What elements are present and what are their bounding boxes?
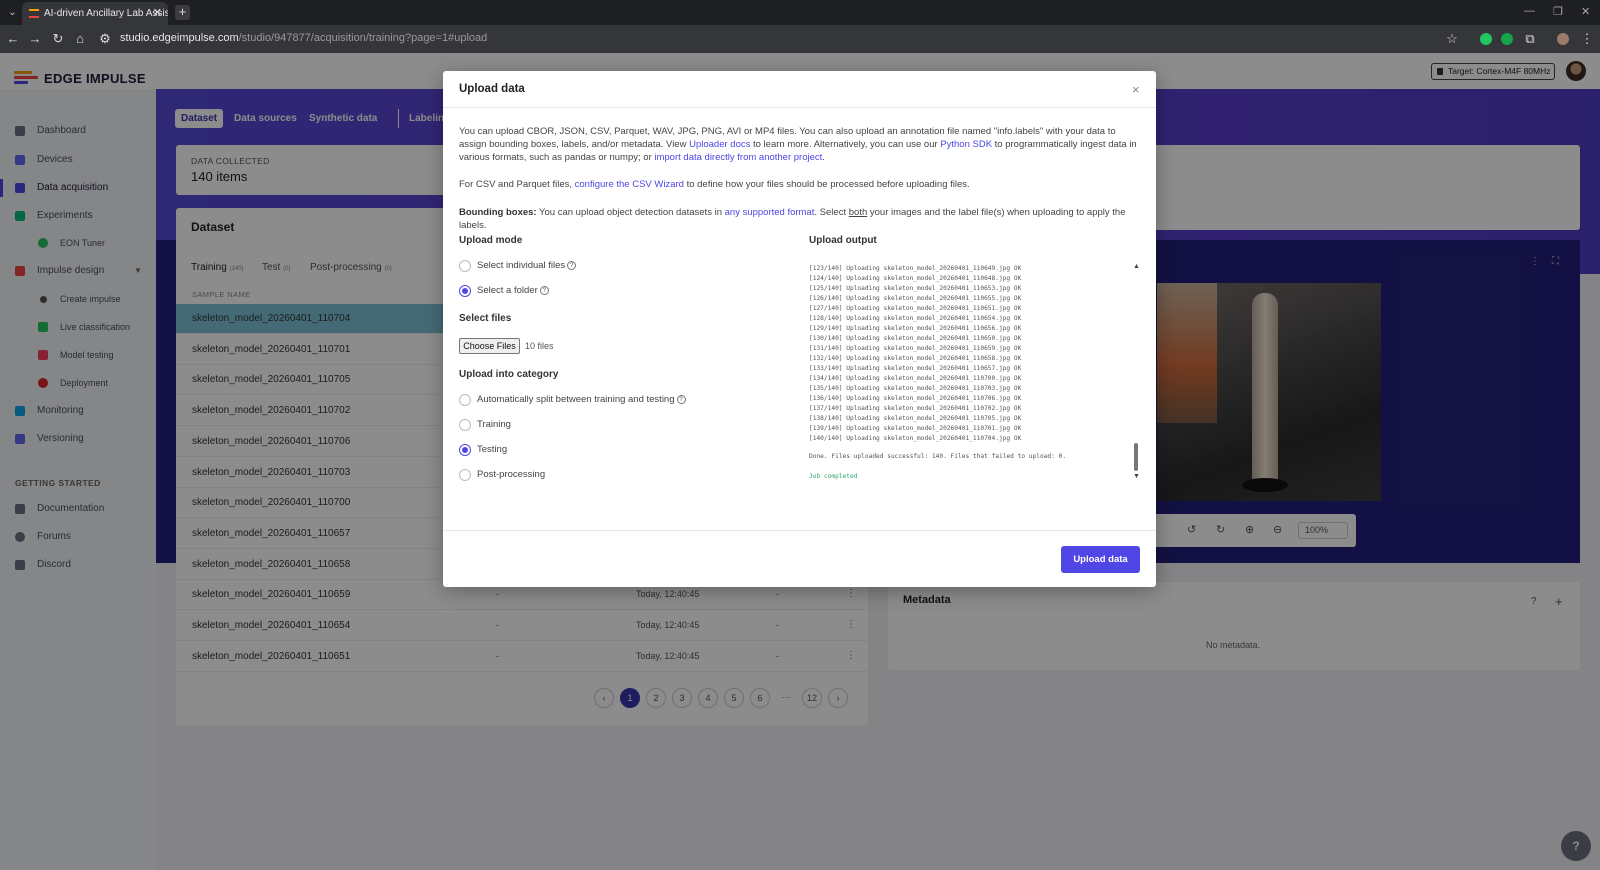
radio-label: Automatically split between training and… bbox=[477, 394, 675, 405]
bounding-boxes-text: Bounding boxes: You can upload object de… bbox=[459, 206, 1143, 232]
log-line: [131/140] Uploading skeleton_model_20260… bbox=[809, 345, 1022, 352]
address-bar: ← → ↻ ⌂ ⚙ studio.edgeimpulse.com/studio/… bbox=[0, 25, 1600, 53]
radio-auto-split[interactable]: Automatically split between training and… bbox=[459, 393, 686, 407]
url-input[interactable]: studio.edgeimpulse.com/studio/947877/acq… bbox=[120, 32, 487, 44]
log-line: [130/140] Uploading skeleton_model_20260… bbox=[809, 335, 1022, 342]
radio-training[interactable]: Training bbox=[459, 418, 511, 432]
job-status: Job completed bbox=[809, 473, 858, 480]
upload-data-modal: Upload data × You can upload CBOR, JSON,… bbox=[443, 71, 1156, 587]
radio-label: Post-processing bbox=[477, 469, 546, 480]
csv-part: to define how your files should be proce… bbox=[683, 179, 970, 190]
log-line: [124/140] Uploading skeleton_model_20260… bbox=[809, 275, 1022, 282]
python-sdk-link[interactable]: Python SDK bbox=[940, 139, 992, 150]
log-line: [133/140] Uploading skeleton_model_20260… bbox=[809, 365, 1022, 372]
restore-icon[interactable]: ❐ bbox=[1553, 5, 1563, 18]
radio-label: Select individual files bbox=[477, 260, 566, 271]
profile-avatar-icon[interactable] bbox=[1557, 33, 1569, 45]
radio-post-processing[interactable]: Post-processing bbox=[459, 468, 545, 482]
extensions-puzzle-icon[interactable]: ⧉ bbox=[1522, 31, 1538, 47]
radio-dot[interactable] bbox=[459, 419, 471, 431]
log-line: [125/140] Uploading skeleton_model_20260… bbox=[809, 285, 1022, 292]
log-line: [139/140] Uploading skeleton_model_20260… bbox=[809, 425, 1022, 432]
extension-shield-icon[interactable] bbox=[1480, 33, 1492, 45]
log-line: [137/140] Uploading skeleton_model_20260… bbox=[809, 405, 1022, 412]
help-icon[interactable]: ? bbox=[567, 261, 577, 270]
radio-testing[interactable]: Testing bbox=[459, 443, 507, 457]
csv-part: For CSV and Parquet files, bbox=[459, 179, 575, 190]
upload-category-title: Upload into category bbox=[459, 369, 559, 380]
log-line: [126/140] Uploading skeleton_model_20260… bbox=[809, 295, 1022, 302]
radio-label: Testing bbox=[477, 444, 508, 455]
radio-dot[interactable] bbox=[459, 394, 471, 406]
bbox-bold: Bounding boxes: bbox=[459, 207, 537, 218]
radio-select-folder[interactable]: Select a folder? bbox=[459, 284, 549, 298]
extension-grammarly-icon[interactable] bbox=[1501, 33, 1513, 45]
help-icon[interactable]: ? bbox=[676, 395, 686, 404]
edge-impulse-favicon-icon bbox=[29, 9, 39, 18]
back-icon[interactable]: ← bbox=[5, 31, 21, 46]
modal-title: Upload data bbox=[459, 83, 525, 95]
upload-summary: Done. Files uploaded successful: 140. Fi… bbox=[809, 453, 1067, 460]
minimize-icon[interactable]: — bbox=[1524, 5, 1535, 17]
radio-select-individual-files[interactable]: Select individual files? bbox=[459, 259, 577, 273]
upload-output-title: Upload output bbox=[809, 235, 877, 246]
upload-mode-title: Upload mode bbox=[459, 235, 523, 246]
log-line: [134/140] Uploading skeleton_model_20260… bbox=[809, 375, 1022, 382]
upload-output-log: [123/140] Uploading skeleton_model_20260… bbox=[809, 264, 1127, 444]
browser-menu-icon[interactable]: ⋮ bbox=[1579, 31, 1595, 47]
modal-footer-divider bbox=[443, 530, 1156, 531]
tab-search-icon[interactable]: ⌄ bbox=[4, 4, 21, 21]
csv-text: For CSV and Parquet files, configure the… bbox=[459, 178, 1143, 191]
radio-dot[interactable] bbox=[459, 285, 471, 297]
site-settings-icon[interactable]: ⚙ bbox=[97, 31, 113, 47]
home-icon[interactable]: ⌂ bbox=[72, 31, 88, 46]
browser-tab-title: AI-driven Ancillary Lab Assistant bbox=[44, 8, 168, 19]
close-icon[interactable]: × bbox=[1132, 82, 1140, 97]
log-line: [132/140] Uploading skeleton_model_20260… bbox=[809, 355, 1022, 362]
log-line: [138/140] Uploading skeleton_model_20260… bbox=[809, 415, 1022, 422]
bbox-part: . Select bbox=[814, 207, 849, 218]
choose-files-button[interactable]: Choose Files bbox=[459, 338, 520, 354]
bbox-underline: both bbox=[848, 207, 868, 218]
radio-label: Training bbox=[477, 419, 511, 430]
close-window-icon[interactable]: ✕ bbox=[1581, 5, 1590, 18]
import-project-link[interactable]: import data directly from another projec… bbox=[654, 152, 822, 163]
browser-tab[interactable]: AI-driven Ancillary Lab Assistant ✕ bbox=[22, 2, 168, 25]
radio-label: Select a folder bbox=[477, 285, 538, 296]
supported-format-link[interactable]: any supported format bbox=[725, 207, 815, 218]
radio-dot[interactable] bbox=[459, 444, 471, 456]
intro-part: to learn more. Alternatively, you can us… bbox=[750, 139, 941, 150]
scroll-down-icon[interactable]: ▼ bbox=[1133, 473, 1140, 480]
intro-part: . bbox=[822, 152, 825, 163]
browser-tab-bar: ⌄ AI-driven Ancillary Lab Assistant ✕ + … bbox=[0, 0, 1600, 25]
bbox-part: You can upload object detection datasets… bbox=[536, 207, 725, 218]
forward-icon[interactable]: → bbox=[27, 31, 43, 46]
new-tab-button[interactable]: + bbox=[175, 5, 190, 20]
csv-wizard-link[interactable]: configure the CSV Wizard bbox=[575, 179, 684, 190]
log-line: [135/140] Uploading skeleton_model_20260… bbox=[809, 385, 1022, 392]
uploader-docs-link[interactable]: Uploader docs bbox=[689, 139, 750, 150]
url-path: /studio/947877/acquisition/training?page… bbox=[238, 32, 488, 44]
log-line: [128/140] Uploading skeleton_model_20260… bbox=[809, 315, 1022, 322]
log-line: [136/140] Uploading skeleton_model_20260… bbox=[809, 395, 1022, 402]
log-line: [129/140] Uploading skeleton_model_20260… bbox=[809, 325, 1022, 332]
file-count: 10 files bbox=[525, 341, 554, 351]
help-icon[interactable]: ? bbox=[539, 286, 549, 295]
radio-dot[interactable] bbox=[459, 260, 471, 272]
close-tab-icon[interactable]: ✕ bbox=[153, 2, 162, 25]
log-line: [127/140] Uploading skeleton_model_20260… bbox=[809, 305, 1022, 312]
scroll-up-icon[interactable]: ▲ bbox=[1133, 263, 1140, 270]
bookmark-star-icon[interactable]: ☆ bbox=[1444, 31, 1460, 47]
modal-header-divider bbox=[443, 107, 1156, 108]
select-files-title: Select files bbox=[459, 313, 512, 324]
upload-data-button[interactable]: Upload data bbox=[1061, 546, 1140, 573]
log-scrollbar[interactable] bbox=[1134, 443, 1138, 471]
url-host: studio.edgeimpulse.com bbox=[120, 32, 239, 44]
intro-text: You can upload CBOR, JSON, CSV, Parquet,… bbox=[459, 125, 1143, 164]
reload-icon[interactable]: ↻ bbox=[50, 31, 66, 47]
log-line: [140/140] Uploading skeleton_model_20260… bbox=[809, 435, 1022, 442]
radio-dot[interactable] bbox=[459, 469, 471, 481]
log-line: [123/140] Uploading skeleton_model_20260… bbox=[809, 265, 1022, 272]
